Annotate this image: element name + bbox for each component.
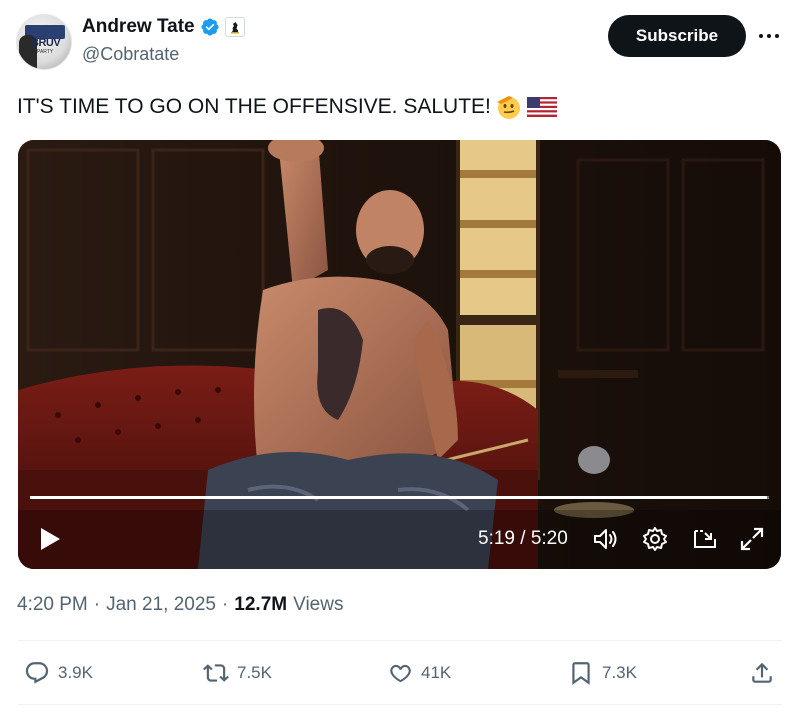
views-label: Views [293,594,344,615]
author-handle[interactable]: @Cobratate [82,44,179,65]
subscribe-button[interactable]: Subscribe [608,15,746,57]
like-button[interactable]: 41K [387,656,451,690]
tweet-header: BRUV PARTY Andrew Tate @Cobratate Subscr… [16,14,783,70]
video-progress-fill [30,496,767,499]
verified-badge-icon[interactable] [200,17,220,37]
like-count: 41K [421,663,452,682]
us-flag-emoji [526,97,557,117]
tweet-meta: 4:20 PM · Jan 21, 2025 · 12.7M Views [17,594,343,616]
reply-icon [25,662,49,684]
meta-separator: · [93,594,101,615]
tweet-text-content: IT'S TIME TO GO ON THE OFFENSIVE. SALUTE… [17,95,491,118]
tweet-text: IT'S TIME TO GO ON THE OFFENSIVE. SALUTE… [17,94,557,120]
repost-button[interactable]: 7.5K [203,656,272,690]
play-icon[interactable] [34,524,64,554]
avatar[interactable]: BRUV PARTY [16,14,72,70]
reply-count: 3.9K [58,663,93,682]
reply-button[interactable]: 3.9K [24,656,93,690]
avatar-logo-text: BRUV [31,37,61,49]
views-count: 12.7M [234,594,288,615]
avatar-subtext: PARTY [37,49,54,55]
divider-bottom [17,704,783,705]
affiliate-badge-icon[interactable] [224,17,245,37]
video-frame [18,140,781,569]
author-name[interactable]: Andrew Tate [82,16,195,38]
fullscreen-icon[interactable] [738,525,766,553]
meta-separator-2: · [221,594,229,615]
bookmark-icon [572,662,590,685]
tweet-time[interactable]: 4:20 PM [17,594,88,616]
divider-top [17,640,783,641]
repost-count: 7.5K [237,663,272,682]
saluting-face-emoji [496,96,520,119]
more-dots-icon[interactable] [756,24,782,48]
settings-icon[interactable] [641,525,669,553]
author-name-row: Andrew Tate [82,16,245,38]
bookmark-count: 7.3K [602,663,637,682]
video-time: 5:19 / 5:20 [478,528,568,549]
share-icon [752,662,772,683]
tweet-date[interactable]: Jan 21, 2025 [106,594,216,616]
heart-icon [390,664,411,683]
video-progress-bar[interactable] [30,496,769,499]
bookmark-button[interactable]: 7.3K [568,656,637,690]
tweet-actions: 3.9K 7.5K 41K 7.3K [0,656,799,690]
pip-icon[interactable] [691,525,719,553]
repost-icon [203,664,229,682]
share-button[interactable] [749,656,775,690]
video-player[interactable]: 5:19 / 5:20 [18,140,781,569]
volume-icon[interactable] [591,525,619,553]
